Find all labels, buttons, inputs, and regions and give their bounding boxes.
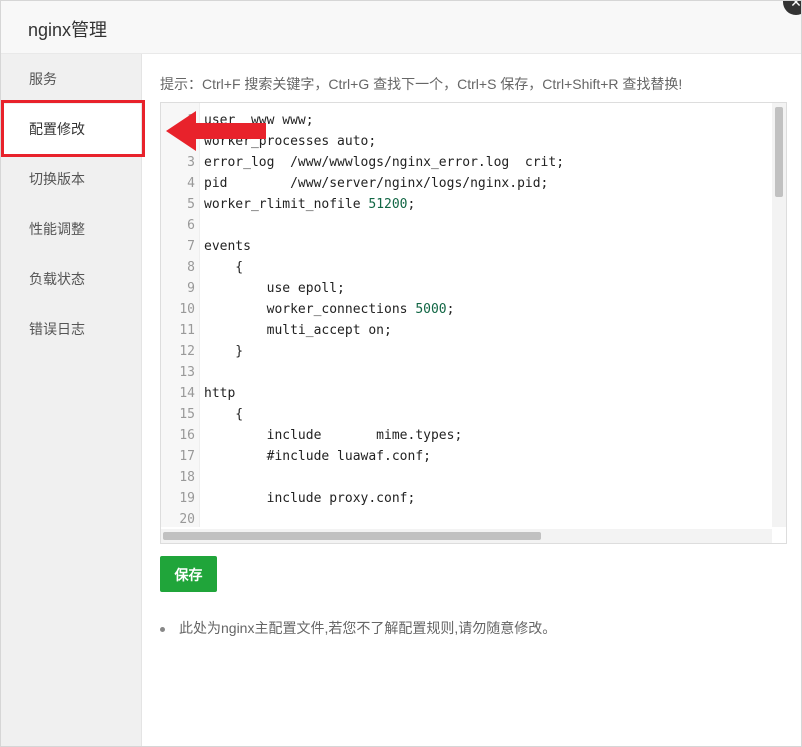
line-number: 7 [187, 239, 195, 254]
titlebar: nginx管理 [1, 1, 801, 54]
line-number: 4 [187, 176, 195, 191]
sidebar-item-service[interactable]: 服务 [1, 54, 141, 104]
code-line: worker_connections 5000; [204, 302, 455, 317]
code-line: error_log /www/wwwlogs/nginx_error.log c… [204, 155, 565, 170]
code-line: http [204, 386, 236, 401]
code-line: use epoll; [204, 281, 345, 296]
line-number: 14 [179, 386, 195, 401]
vertical-scroll-thumb[interactable] [775, 107, 783, 197]
line-number: 17 [179, 449, 195, 464]
sidebar-item-error-log[interactable]: 错误日志 [1, 304, 141, 354]
code-number: 5000 [415, 302, 447, 317]
line-number: 11 [179, 323, 195, 338]
sidebar-item-performance[interactable]: 性能调整 [1, 204, 141, 254]
code-line: #include luawaf.conf; [204, 449, 431, 464]
window-title: nginx管理 [28, 20, 108, 40]
sidebar: 服务 配置修改 切换版本 性能调整 负载状态 错误日志 [1, 54, 142, 746]
line-number: 3 [187, 155, 195, 170]
line-number: 5 [187, 197, 195, 212]
code-line: { [204, 407, 244, 422]
code-line: include mime.types; [204, 428, 463, 443]
code-line: include proxy.conf; [204, 491, 416, 506]
line-number: 10 [179, 302, 195, 317]
code-editor[interactable]: 1user www www;2worker_processes auto;3er… [160, 102, 787, 544]
line-number: 6 [187, 218, 195, 233]
code-line: } [204, 344, 244, 359]
red-arrow-icon [166, 111, 266, 151]
horizontal-scrollbar[interactable] [161, 529, 772, 543]
code-line: { [204, 260, 244, 275]
line-number: 13 [179, 365, 195, 380]
line-number: 20 [179, 512, 195, 527]
vertical-scrollbar[interactable] [772, 103, 786, 527]
code-line: pid /www/server/nginx/logs/nginx.pid; [204, 176, 549, 191]
config-note: 此处为nginx主配置文件,若您不了解配置规则,请勿随意修改。 [160, 618, 556, 638]
line-number: 19 [179, 491, 195, 506]
line-number: 15 [179, 407, 195, 422]
line-number: 18 [179, 470, 195, 485]
code-line: worker_rlimit_nofile 51200; [204, 197, 416, 212]
horizontal-scroll-thumb[interactable] [163, 532, 541, 540]
line-number: 9 [187, 281, 195, 296]
line-number: 8 [187, 260, 195, 275]
line-number: 16 [179, 428, 195, 443]
code-line: events [204, 239, 251, 254]
line-number: 12 [179, 344, 195, 359]
code-number: 51200 [368, 197, 408, 212]
config-note-text: 此处为nginx主配置文件,若您不了解配置规则,请勿随意修改。 [179, 620, 557, 636]
code-line: multi_accept on; [204, 323, 392, 338]
main-content: 提示：Ctrl+F 搜索关键字，Ctrl+G 查找下一个，Ctrl+S 保存，C… [142, 54, 801, 746]
sidebar-item-version[interactable]: 切换版本 [1, 154, 141, 204]
bullet-icon [160, 626, 165, 632]
annotation-highlight-box [1, 100, 145, 157]
sidebar-item-load-status[interactable]: 负载状态 [1, 254, 141, 304]
editor-tip: 提示：Ctrl+F 搜索关键字，Ctrl+G 查找下一个，Ctrl+S 保存，C… [160, 76, 683, 92]
save-button[interactable]: 保存 [160, 556, 217, 592]
